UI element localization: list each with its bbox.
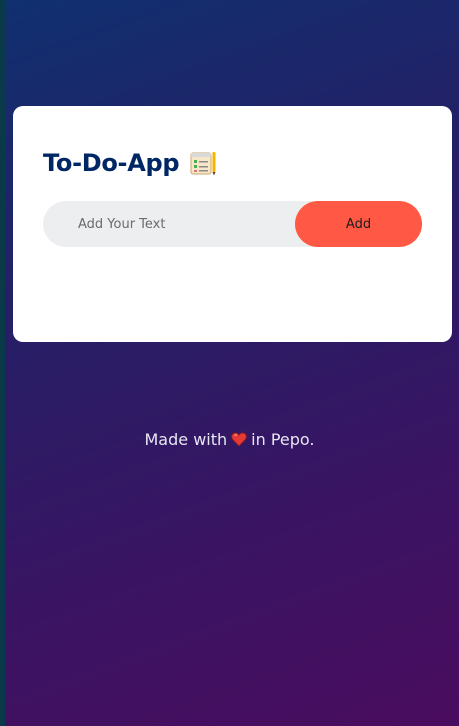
title-row: To-Do-App <box>43 148 217 178</box>
todo-text-input[interactable] <box>43 201 303 247</box>
footer-suffix: in Pepo. <box>251 430 315 449</box>
add-button[interactable]: Add <box>295 201 422 247</box>
footer-prefix: Made with <box>144 430 228 449</box>
footer-credit: Made with in Pepo. <box>0 430 459 449</box>
todo-input-row: Add <box>43 201 422 247</box>
notepad-icon <box>189 150 217 176</box>
todo-card: To-Do-App Add <box>13 106 452 342</box>
app-title: To-Do-App <box>43 149 180 177</box>
heart-icon <box>231 432 247 447</box>
